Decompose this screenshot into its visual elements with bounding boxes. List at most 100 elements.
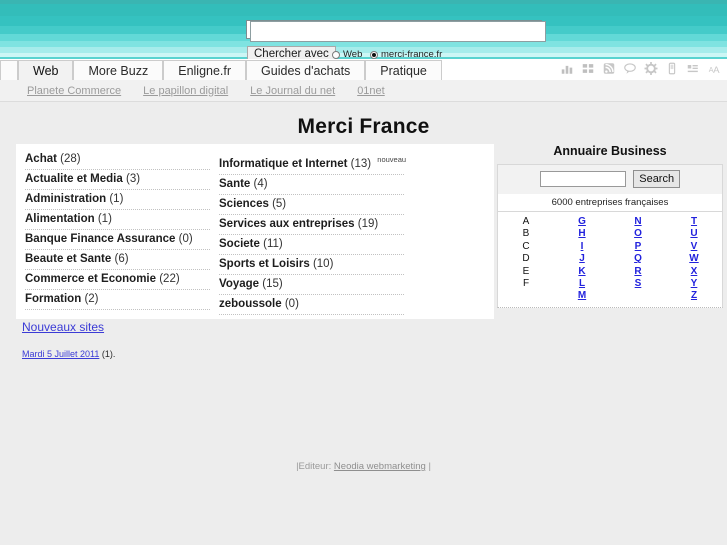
category-name: Voyage xyxy=(219,277,260,290)
category-count: (11) xyxy=(263,237,283,250)
annuaire-company-count: 6000 entreprises françaises xyxy=(497,194,723,212)
alpha-letter: A xyxy=(522,216,530,227)
alpha-column-n-s: N O P Q R S xyxy=(610,216,666,303)
category-item[interactable]: Achat (28) xyxy=(25,150,210,170)
category-item[interactable]: Commerce et Economie (22) xyxy=(25,270,210,290)
bar-chart-icon[interactable] xyxy=(560,61,574,76)
grid-blocks-icon[interactable] xyxy=(581,61,595,76)
alpha-letter-link[interactable]: J xyxy=(554,253,610,265)
category-count: (13) xyxy=(350,157,372,170)
category-item[interactable]: Banque Finance Assurance (0) xyxy=(25,230,210,250)
alpha-letter-link[interactable]: R xyxy=(610,266,666,278)
alpha-letter-link[interactable]: O xyxy=(610,228,666,240)
category-item[interactable]: Services aux entreprises (19) xyxy=(219,215,404,235)
footer-editor-link[interactable]: Neodia webmarketing xyxy=(334,461,426,472)
category-count: (3) xyxy=(125,173,141,185)
category-item[interactable]: zeboussole (0) xyxy=(219,295,404,315)
footer-suffix: | xyxy=(425,461,431,472)
sublink-planete-commerce[interactable]: Planete Commerce xyxy=(27,85,121,97)
annuaire-business-panel: Annuaire Business Search 6000 entreprise… xyxy=(497,144,723,308)
category-name: Alimentation xyxy=(25,213,95,225)
rss-feed-icon[interactable] xyxy=(602,61,616,76)
tab-strip-edge xyxy=(0,60,18,80)
radio-site-icon[interactable] xyxy=(370,51,378,59)
alpha-letter: D xyxy=(522,253,530,265)
alpha-letter-link[interactable]: G xyxy=(554,216,610,228)
category-name: Sante xyxy=(219,177,251,190)
category-item[interactable]: Sante (4) xyxy=(219,175,404,195)
category-name: Sciences xyxy=(219,197,269,210)
category-item[interactable]: Sports et Loisirs (10) xyxy=(219,255,404,275)
category-count: (22) xyxy=(159,273,180,285)
alpha-letter-link[interactable]: V xyxy=(666,241,722,253)
new-sites-section: Nouveaux sites Mardi 5 Juillet 2011 (1). xyxy=(22,320,115,359)
footer-prefix: |Editeur: xyxy=(296,461,334,472)
nouveaux-sites-link[interactable]: Nouveaux sites xyxy=(22,320,104,334)
mobile-device-icon[interactable] xyxy=(665,61,679,76)
tab-enligne-fr[interactable]: Enligne.fr xyxy=(163,60,247,80)
annuaire-search-button[interactable]: Search xyxy=(633,170,681,188)
alpha-letter-link[interactable]: W xyxy=(666,253,722,265)
category-column-right: Informatique et Internet (13) nouveau Sa… xyxy=(219,150,406,315)
category-count: (2) xyxy=(84,293,99,305)
alpha-column-t-z: T U V W X Y Z xyxy=(666,216,722,303)
alpha-letter: B xyxy=(522,228,530,240)
annuaire-search-input[interactable] xyxy=(539,171,626,187)
new-sites-date-link[interactable]: Mardi 5 Juillet 2011 xyxy=(22,349,99,359)
alpha-letter-link[interactable]: I xyxy=(554,241,610,253)
category-name: Beaute et Sante xyxy=(25,253,112,265)
alpha-column-g-m: G H I J K L M xyxy=(554,216,610,303)
category-item[interactable]: Alimentation (1) xyxy=(25,210,210,230)
gear-icon[interactable] xyxy=(644,61,658,76)
category-item[interactable]: Beaute et Sante (6) xyxy=(25,250,210,270)
svg-text:A: A xyxy=(713,65,720,76)
category-name: Banque Finance Assurance xyxy=(25,233,176,245)
category-count: (1) xyxy=(109,193,124,205)
sublink-le-papillon-digital[interactable]: Le papillon digital xyxy=(143,85,228,97)
alpha-letter-link[interactable]: K xyxy=(554,266,610,278)
category-item[interactable]: Formation (2) xyxy=(25,290,210,310)
category-count: (5) xyxy=(272,197,287,210)
category-count: (15) xyxy=(262,277,283,290)
search-input[interactable] xyxy=(250,21,546,42)
category-count: (0) xyxy=(284,297,299,310)
alpha-letter-link[interactable]: H xyxy=(554,228,610,240)
category-item[interactable]: Sciences (5) xyxy=(219,195,404,215)
alpha-letter-link[interactable]: X xyxy=(666,266,722,278)
category-count: (6) xyxy=(114,253,129,265)
category-item[interactable]: Voyage (15) xyxy=(219,275,404,295)
tab-more-buzz[interactable]: More Buzz xyxy=(73,60,164,80)
category-item[interactable]: Societe (11) xyxy=(219,235,404,255)
tab-guides-dachats[interactable]: Guides d'achats xyxy=(246,60,366,80)
list-view-icon[interactable] xyxy=(686,61,700,76)
tab-pratique[interactable]: Pratique xyxy=(365,60,442,80)
alpha-letter-link[interactable]: N xyxy=(610,216,666,228)
alpha-letter-link[interactable]: L xyxy=(554,278,610,290)
alpha-letter-link[interactable]: Z xyxy=(666,290,722,302)
alpha-letter-link[interactable]: T xyxy=(666,216,722,228)
annuaire-alphabet-index: A B C D E F G H I J K L M N O P Q R S T … xyxy=(497,212,723,308)
alpha-letter-link[interactable]: U xyxy=(666,228,722,240)
radio-web-icon[interactable] xyxy=(332,51,340,59)
category-item[interactable]: Actualite et Media (3) xyxy=(25,170,210,190)
alpha-letter-link[interactable]: Q xyxy=(610,253,666,265)
category-item[interactable]: Administration (1) xyxy=(25,190,210,210)
category-item[interactable]: Informatique et Internet (13) nouveau xyxy=(219,150,406,175)
annuaire-title: Annuaire Business xyxy=(553,144,667,158)
category-count: (28) xyxy=(60,153,81,165)
alpha-letter-link[interactable]: Y xyxy=(666,278,722,290)
comment-bubble-icon[interactable] xyxy=(623,61,637,76)
tab-web[interactable]: Web xyxy=(18,60,74,80)
alpha-column-a-f: A B C D E F xyxy=(498,216,554,303)
category-count: (0) xyxy=(178,233,193,245)
alpha-letter: E xyxy=(522,265,530,277)
alpha-letter-link[interactable]: S xyxy=(610,278,666,290)
text-size-icon[interactable]: A A xyxy=(707,61,721,76)
sublink-le-journal-du-net[interactable]: Le Journal du net xyxy=(250,85,335,97)
category-name: Achat xyxy=(25,153,57,165)
category-column-left: Achat (28) Actualite et Media (3) Admini… xyxy=(25,150,210,315)
alpha-letter-link[interactable]: M xyxy=(554,290,610,302)
alpha-letter-link[interactable]: P xyxy=(610,241,666,253)
alpha-letter: F xyxy=(522,278,530,290)
sublink-01net[interactable]: 01net xyxy=(357,85,385,97)
